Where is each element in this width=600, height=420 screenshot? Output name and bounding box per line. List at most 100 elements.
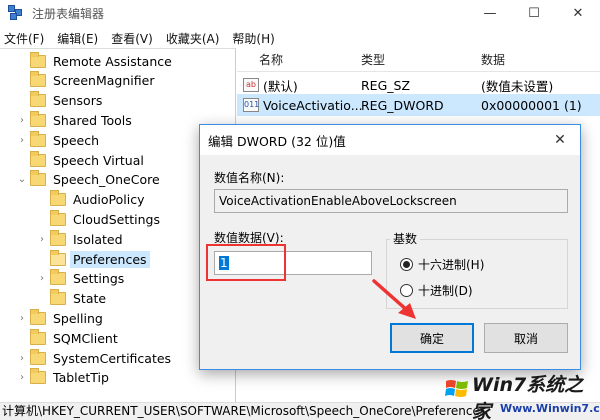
tree-item-label: AudioPolicy [73, 192, 145, 208]
tree-item[interactable]: › Isolated [40, 229, 126, 249]
value-name-label: 数值名称(N): [214, 171, 285, 185]
tree-item[interactable]: › Settings [40, 269, 127, 289]
annotation-arrow-icon [372, 279, 416, 319]
folder-icon [30, 328, 46, 345]
minimize-button[interactable]: — [468, 0, 512, 26]
close-button[interactable]: ✕ [556, 0, 600, 26]
folder-icon [30, 110, 46, 127]
tree-item[interactable]: Preferences [48, 249, 150, 269]
column-name-header[interactable]: 名称 [259, 51, 283, 68]
column-type-header[interactable]: 类型 [361, 51, 385, 68]
tree-item[interactable]: Sensors [28, 91, 105, 111]
folder-icon [30, 130, 46, 147]
value-data: (数值未设置) [481, 78, 554, 94]
regedit-app-icon [8, 5, 24, 21]
dialog-title: 编辑 DWORD (32 位)值 [208, 133, 346, 149]
tree-item[interactable]: SQMClient [28, 328, 121, 348]
chevron-down-icon[interactable]: ⌄ [16, 174, 28, 185]
radio-dec-label: 十进制(D) [418, 284, 473, 298]
tree-item[interactable]: › Shared Tools [20, 110, 135, 130]
tree-item-label: Isolated [73, 231, 123, 247]
value-name: VoiceActivatio... [263, 97, 363, 113]
tree-item-label: Settings [73, 271, 125, 287]
tree-item[interactable]: AudioPolicy [48, 190, 147, 210]
tree-item-label: TabletTip [53, 370, 109, 386]
folder-icon [30, 91, 46, 108]
windows-flag-icon [445, 380, 468, 397]
value-name: (默认) [263, 78, 298, 94]
string-value-icon: ab [243, 78, 259, 92]
folder-icon [30, 308, 46, 325]
tree-item-label: Sensors [53, 93, 103, 109]
values-list-header: 名称 类型 数据 [237, 48, 600, 72]
tree-item[interactable]: ScreenMagnifier [28, 71, 157, 91]
chevron-right-icon[interactable]: › [16, 353, 28, 364]
chevron-right-icon[interactable]: › [36, 273, 48, 284]
cancel-button[interactable]: 取消 [484, 323, 568, 353]
menu-favorites[interactable]: 收藏夹(A) [166, 30, 220, 47]
folder-icon [50, 209, 66, 226]
value-name-field: VoiceActivationEnableAboveLockscreen [214, 189, 568, 213]
radio-hexadecimal[interactable]: 十六进制(H) [400, 256, 484, 273]
tree-item-label: Spelling [53, 310, 103, 326]
tree-item-label: Remote Assistance [53, 53, 172, 69]
folder-icon [50, 269, 66, 286]
tree-item[interactable]: Speech Virtual [28, 150, 147, 170]
menu-edit[interactable]: 编辑(E) [57, 30, 98, 47]
tree-item[interactable]: Remote Assistance [28, 51, 175, 71]
value-type: REG_SZ [361, 77, 411, 93]
title-bar: 注册表编辑器 — ☐ ✕ [0, 0, 600, 26]
folder-icon [50, 289, 66, 306]
value-row-voiceactivation[interactable]: 011 VoiceActivatio... REG_DWORD 0x000000… [237, 94, 600, 116]
dialog-title-bar: 编辑 DWORD (32 位)值 [200, 125, 580, 155]
menu-view[interactable]: 查看(V) [111, 30, 153, 47]
tree-item-label: Speech Virtual [53, 152, 144, 168]
radio-checked-icon [400, 258, 413, 271]
tree-item[interactable]: › SystemCertificates [20, 348, 174, 368]
chevron-right-icon[interactable]: › [16, 115, 28, 126]
value-row-default[interactable]: ab (默认) REG_SZ (数值未设置) [237, 74, 600, 96]
annotation-highlight-box [206, 244, 286, 281]
base-group-title: 基数 [390, 230, 421, 247]
tree-item[interactable]: CloudSettings [48, 209, 163, 229]
value-type: REG_DWORD [361, 97, 444, 113]
window-title: 注册表编辑器 [32, 6, 105, 21]
tree-item-label: Shared Tools [53, 112, 132, 128]
chevron-right-icon[interactable]: › [16, 135, 28, 146]
radio-hex-label: 十六进制(H) [418, 258, 485, 272]
tree-item[interactable]: › TabletTip [20, 368, 112, 388]
ok-button[interactable]: 确定 [390, 323, 474, 353]
chevron-right-icon[interactable]: › [16, 372, 28, 383]
menu-file[interactable]: 文件(F) [4, 30, 44, 47]
folder-icon [30, 150, 46, 167]
maximize-button[interactable]: ☐ [512, 0, 556, 26]
tree-item[interactable]: State [48, 289, 109, 309]
column-data-header[interactable]: 数据 [481, 51, 505, 68]
tree-item-label: CloudSettings [73, 211, 160, 227]
folder-icon [30, 368, 46, 385]
tree-item-label: State [73, 291, 107, 307]
dword-value-icon: 011 [243, 98, 259, 112]
menu-help[interactable]: 帮助(H) [232, 30, 274, 47]
tree-item-label: Speech [53, 132, 100, 148]
folder-icon [30, 170, 46, 187]
folder-icon [50, 229, 66, 246]
watermark-url: Www.Winwin7.com [500, 402, 600, 415]
folder-icon [50, 249, 66, 266]
chevron-right-icon[interactable]: › [36, 234, 48, 245]
folder-icon [50, 190, 66, 207]
tree-item[interactable]: › Speech [20, 130, 102, 150]
value-data: 0x00000001 (1) [481, 97, 582, 113]
folder-icon [30, 51, 46, 68]
tree-item-label: Preferences [70, 250, 150, 268]
folder-icon [30, 348, 46, 365]
dialog-close-button[interactable]: ✕ [540, 125, 580, 155]
tree-item-label: SQMClient [53, 330, 118, 346]
tree-item-label: SystemCertificates [53, 350, 172, 366]
tree-item[interactable]: ⌄ Speech_OneCore [18, 170, 163, 190]
tree-item-label: Speech_OneCore [53, 172, 160, 188]
tree-item-label: ScreenMagnifier [53, 73, 155, 89]
folder-icon [30, 71, 46, 88]
chevron-right-icon[interactable]: › [16, 313, 28, 324]
tree-item[interactable]: › Spelling [20, 308, 106, 328]
